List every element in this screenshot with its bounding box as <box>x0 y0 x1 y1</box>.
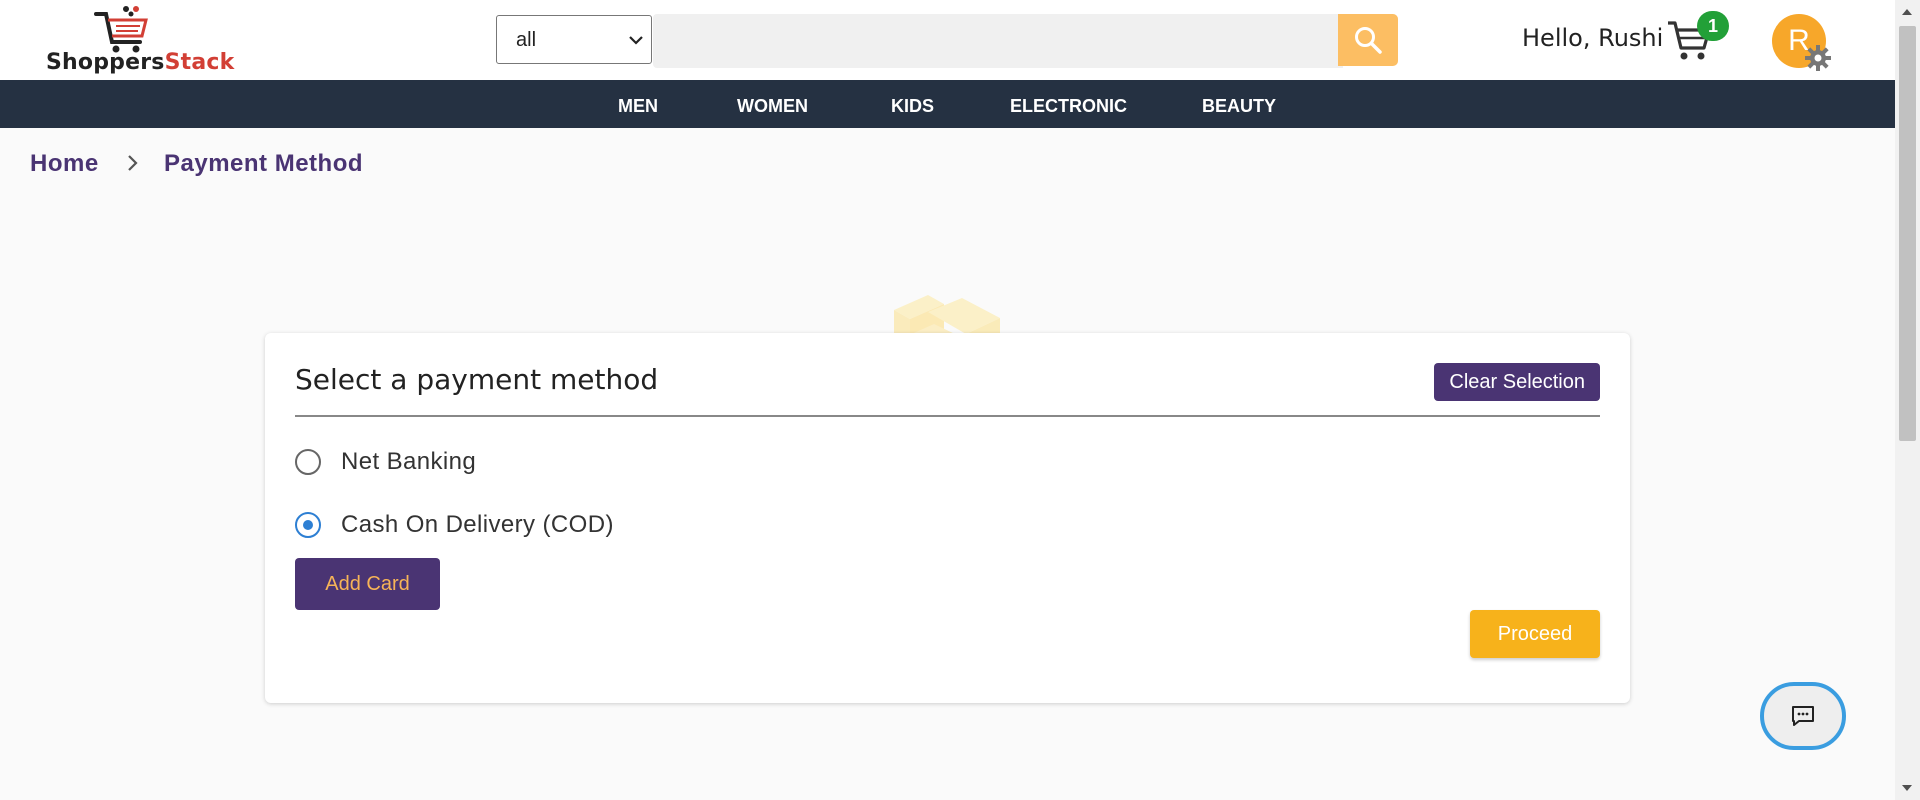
nav-item-beauty[interactable]: BEAUTY <box>1202 96 1276 117</box>
scrollbar[interactable] <box>1895 0 1920 800</box>
logo[interactable]: ShoppersStack <box>44 4 234 76</box>
search-category-value: all <box>516 29 537 51</box>
radio-net-banking[interactable] <box>295 449 321 475</box>
clear-selection-button[interactable]: Clear Selection <box>1434 363 1600 401</box>
payment-option-label: Net Banking <box>341 448 477 475</box>
scrollbar-thumb[interactable] <box>1899 26 1916 441</box>
card-title: Select a payment method <box>295 363 659 396</box>
radio-cod[interactable] <box>295 512 321 538</box>
search-icon <box>1355 27 1382 54</box>
payment-option-net-banking[interactable]: Net Banking <box>295 446 476 478</box>
header: ShoppersStack all Hello, Rushi 1 R <box>0 0 1895 80</box>
logo-text: ShoppersStack <box>46 50 235 75</box>
nav-item-kids[interactable]: KIDS <box>891 96 934 117</box>
add-card-button[interactable]: Add Card <box>295 558 440 610</box>
user-greeting: Hello, Rushi <box>1522 24 1664 52</box>
chat-button[interactable] <box>1760 682 1846 750</box>
category-navbar: MEN WOMEN KIDS ELECTRONIC BEAUTY <box>0 80 1895 128</box>
search-input[interactable] <box>653 14 1343 68</box>
breadcrumb-home-link[interactable]: Home <box>30 150 99 178</box>
payment-option-cod[interactable]: Cash On Delivery (COD) <box>295 509 614 541</box>
scroll-down-arrow-icon[interactable] <box>1901 784 1913 792</box>
divider <box>295 415 1600 417</box>
payment-option-label: Cash On Delivery (COD) <box>341 511 614 538</box>
nav-item-men[interactable]: MEN <box>618 96 658 117</box>
chevron-right-icon <box>128 155 138 171</box>
proceed-button[interactable]: Proceed <box>1470 610 1600 658</box>
search-button[interactable] <box>1338 14 1398 66</box>
shopping-cart-logo-icon <box>94 6 148 53</box>
cart-count-badge: 1 <box>1697 11 1729 41</box>
search-category-select[interactable]: all <box>496 15 652 64</box>
scroll-up-arrow-icon[interactable] <box>1901 8 1913 16</box>
chevron-down-icon <box>629 36 643 45</box>
gear-icon[interactable] <box>1804 44 1832 72</box>
page: ShoppersStack all Hello, Rushi 1 R MEN W… <box>0 0 1920 800</box>
payment-method-card: Select a payment method Clear Selection … <box>265 333 1630 703</box>
chat-icon <box>1792 706 1814 726</box>
breadcrumb-current: Payment Method <box>164 150 364 177</box>
nav-item-women[interactable]: WOMEN <box>737 96 808 117</box>
nav-item-electronic[interactable]: ELECTRONIC <box>1010 96 1127 117</box>
